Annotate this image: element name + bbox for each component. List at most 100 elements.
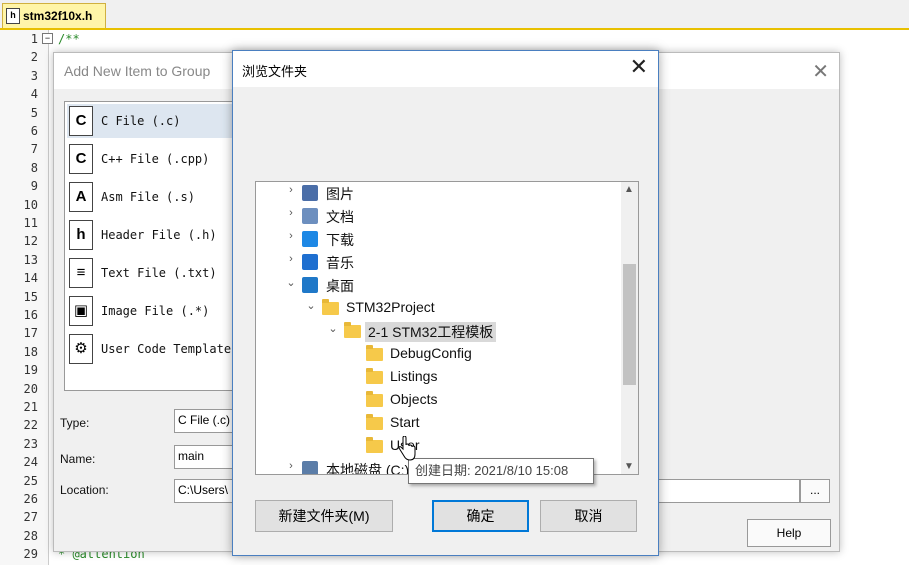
name-input[interactable]: main bbox=[174, 445, 234, 469]
line-number: 18 bbox=[23, 344, 38, 359]
file-type-item[interactable]: A Asm File (.s) bbox=[67, 180, 237, 214]
chevron-right-icon[interactable]: › bbox=[284, 230, 298, 242]
folder-tree-label: 下载 bbox=[326, 232, 354, 248]
user-code-template-icon: ⚙ bbox=[69, 334, 93, 364]
file-type-label: C File (.c) bbox=[101, 114, 181, 128]
line-number: 27 bbox=[23, 510, 38, 525]
scrollbar-thumb[interactable] bbox=[623, 264, 636, 385]
line-number: 4 bbox=[30, 87, 38, 102]
add-dialog-title: Add New Item to Group bbox=[64, 63, 211, 79]
tree-scrollbar[interactable]: ▲ ▼ bbox=[621, 182, 638, 474]
name-label: Name: bbox=[60, 452, 96, 466]
text-file-icon: ≡ bbox=[69, 258, 93, 288]
cancel-button[interactable]: 取消 bbox=[540, 500, 637, 532]
chevron-down-icon[interactable]: ⌄ bbox=[326, 322, 340, 335]
browse-dialog-title: 浏览文件夹 bbox=[242, 64, 308, 79]
file-type-item[interactable]: ≡ Text File (.txt) bbox=[67, 256, 237, 290]
line-number: 7 bbox=[30, 142, 38, 157]
chevron-right-icon[interactable]: › bbox=[284, 184, 298, 196]
header-file-icon: h bbox=[69, 220, 93, 250]
file-type-label: Asm File (.s) bbox=[101, 190, 195, 204]
folder-tree-label: 音乐 bbox=[326, 255, 354, 271]
line-number: 8 bbox=[30, 160, 38, 175]
line-number: 24 bbox=[23, 455, 38, 470]
line-number: 3 bbox=[30, 68, 38, 83]
folder-tree-label: 图片 bbox=[326, 186, 354, 202]
line-number: 23 bbox=[23, 436, 38, 451]
editor-tab[interactable]: h stm32f10x.h bbox=[2, 3, 106, 28]
file-type-item[interactable]: C C++ File (.cpp) bbox=[67, 142, 237, 176]
folder-icon bbox=[366, 414, 383, 430]
chevron-right-icon[interactable]: › bbox=[284, 253, 298, 265]
type-label: Type: bbox=[60, 416, 90, 430]
add-dialog-close-icon[interactable]: ✕ bbox=[812, 59, 829, 84]
line-number: 15 bbox=[23, 289, 38, 304]
folder-icon bbox=[322, 299, 339, 315]
help-button[interactable]: Help bbox=[747, 519, 831, 547]
browse-location-button[interactable]: ... bbox=[800, 479, 830, 503]
line-number: 9 bbox=[30, 179, 38, 194]
new-folder-button[interactable]: 新建文件夹(M) bbox=[255, 500, 393, 532]
chevron-down-icon[interactable]: ⌄ bbox=[304, 299, 318, 312]
line-number: 28 bbox=[23, 528, 38, 543]
browse-dialog-close-icon[interactable]: ✕ bbox=[630, 54, 648, 80]
line-number: 25 bbox=[23, 473, 38, 488]
line-number: 26 bbox=[23, 492, 38, 506]
folder-tree-label: 文档 bbox=[326, 209, 354, 225]
line-number: 19 bbox=[23, 363, 38, 378]
file-type-label: User Code Template bbox=[101, 342, 232, 356]
line-number: 16 bbox=[23, 308, 38, 322]
line-number: 1 bbox=[30, 32, 38, 46]
editor-tab-bar: h stm32f10x.h bbox=[0, 0, 909, 30]
file-type-item[interactable]: ⚙ User Code Template bbox=[67, 332, 237, 366]
scroll-up-icon[interactable]: ▲ bbox=[624, 184, 634, 195]
folder-tree-label: DebugConfig bbox=[390, 345, 472, 361]
local-disk-icon bbox=[302, 461, 318, 474]
image-file-icon: ▣ bbox=[69, 296, 93, 326]
cpp-file-icon: C bbox=[69, 144, 93, 174]
editor-tab-label: stm32f10x.h bbox=[23, 9, 93, 23]
folder-icon bbox=[366, 345, 383, 361]
file-type-label: Text File (.txt) bbox=[101, 266, 217, 280]
type-field: C File (.c) bbox=[174, 409, 234, 433]
line-number: 11 bbox=[23, 216, 38, 230]
scroll-down-icon[interactable]: ▼ bbox=[624, 461, 634, 472]
folder-tree-label: 本地磁盘 (C:) bbox=[326, 462, 410, 475]
folder-tree: ▲ ▼ › 图片 › 文档 › 下载 › 音乐 ⌄ 桌面 ⌄ STM32Project ⌄ 2-1 STM… bbox=[255, 181, 639, 475]
line-number: 6 bbox=[30, 124, 38, 138]
chevron-right-icon[interactable]: › bbox=[284, 460, 298, 472]
line-number: 17 bbox=[23, 326, 38, 341]
folder-tree-label: 2-1 STM32工程模板 bbox=[365, 322, 497, 342]
line-number: 14 bbox=[23, 271, 38, 286]
fold-toggle-icon[interactable]: − bbox=[42, 33, 53, 44]
line-number: 22 bbox=[23, 418, 38, 433]
folder-tree-label: 桌面 bbox=[326, 278, 354, 294]
code-line-first: /** bbox=[58, 32, 80, 46]
hand-cursor-icon bbox=[398, 436, 416, 461]
documents-icon bbox=[302, 208, 318, 224]
folder-tree-label: Listings bbox=[390, 368, 438, 384]
music-icon bbox=[302, 254, 318, 270]
c-file-icon: C bbox=[69, 106, 93, 136]
file-type-item[interactable]: C C File (.c) bbox=[67, 104, 237, 138]
header-file-tab-icon: h bbox=[6, 8, 20, 24]
file-type-item[interactable]: ▣ Image File (.*) bbox=[67, 294, 237, 328]
folder-tree-label: STM32Project bbox=[346, 299, 435, 315]
line-number: 20 bbox=[23, 381, 38, 396]
created-date-tooltip: 创建日期: 2021/8/10 15:08 bbox=[408, 458, 594, 484]
file-type-item[interactable]: h Header File (.h) bbox=[67, 218, 237, 252]
line-number: 5 bbox=[30, 105, 38, 120]
location-label: Location: bbox=[60, 483, 109, 497]
file-type-label: C++ File (.cpp) bbox=[101, 152, 210, 166]
ok-button[interactable]: 确定 bbox=[432, 500, 529, 532]
folder-tree-label: Objects bbox=[390, 391, 438, 407]
chevron-right-icon[interactable]: › bbox=[284, 207, 298, 219]
pictures-icon bbox=[302, 185, 318, 201]
line-number: 2 bbox=[30, 50, 38, 65]
folder-icon bbox=[366, 391, 383, 407]
line-number: 12 bbox=[23, 234, 38, 249]
chevron-down-icon[interactable]: ⌄ bbox=[284, 276, 298, 289]
folder-tree-label: Start bbox=[390, 414, 420, 430]
file-type-list: C C File (.c) C C++ File (.cpp) A Asm File (.… bbox=[64, 101, 241, 391]
line-number: 21 bbox=[23, 400, 38, 414]
